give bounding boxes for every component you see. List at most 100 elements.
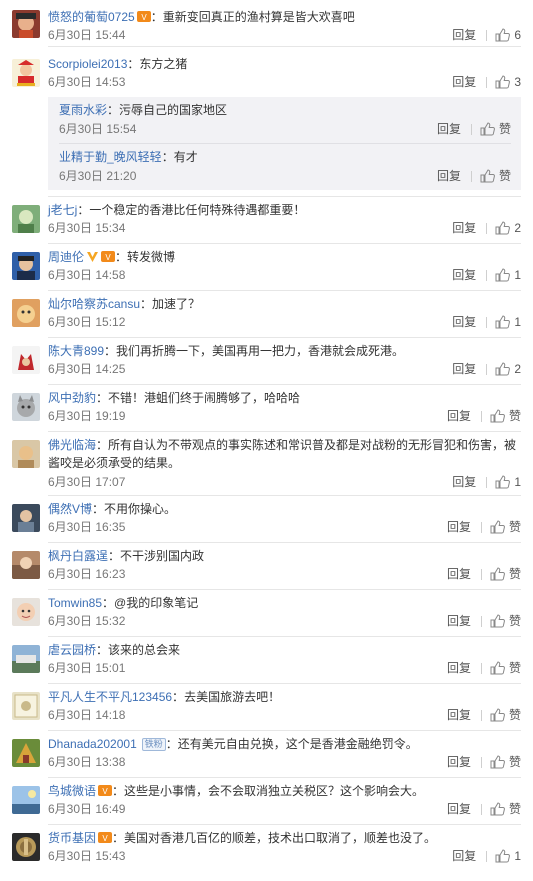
like-button[interactable]: 赞 bbox=[490, 565, 521, 583]
like-button[interactable]: 3 bbox=[495, 73, 521, 91]
reply-button[interactable]: 回复 bbox=[447, 518, 471, 536]
avatar[interactable] bbox=[12, 692, 40, 720]
avatar[interactable] bbox=[12, 739, 40, 767]
comment-username[interactable]: Tomwin85 bbox=[48, 596, 102, 610]
reply-button[interactable]: 回复 bbox=[452, 313, 476, 331]
like-button[interactable]: 赞 bbox=[490, 659, 521, 677]
reply-time: 6月30日 21:20 bbox=[59, 169, 137, 183]
reply-button[interactable]: 回复 bbox=[447, 753, 471, 771]
comment-time: 6月30日 14:18 bbox=[48, 708, 126, 722]
like-count: 赞 bbox=[508, 520, 521, 534]
like-button[interactable]: 1 bbox=[495, 847, 521, 865]
comment-time: 6月30日 15:32 bbox=[48, 614, 126, 628]
reply-button[interactable]: 回复 bbox=[437, 167, 461, 185]
like-count: 赞 bbox=[508, 567, 521, 581]
svg-text:V: V bbox=[141, 13, 147, 22]
comment-username[interactable]: 风中劲豹 bbox=[48, 391, 96, 405]
avatar[interactable] bbox=[12, 440, 40, 468]
like-button[interactable]: 赞 bbox=[490, 612, 521, 630]
avatar[interactable] bbox=[12, 786, 40, 814]
reply-list: 夏雨水彩：污辱自己的国家地区 6月30日 15:54 回复赞 业精于勤_晚风轻轻… bbox=[48, 97, 521, 190]
thumbs-up-icon bbox=[490, 567, 505, 581]
comment-username[interactable]: j老七j bbox=[48, 203, 77, 217]
like-button[interactable]: 赞 bbox=[490, 753, 521, 771]
like-button[interactable]: 1 bbox=[495, 266, 521, 284]
reply-button[interactable]: 回复 bbox=[447, 407, 471, 425]
comment-username[interactable]: 货币基因 bbox=[48, 831, 96, 845]
avatar[interactable] bbox=[12, 645, 40, 673]
like-button[interactable]: 赞 bbox=[490, 706, 521, 724]
avatar[interactable] bbox=[12, 504, 40, 532]
reply-button[interactable]: 回复 bbox=[452, 360, 476, 378]
thumbs-up-icon bbox=[495, 268, 511, 282]
comment-time: 6月30日 15:12 bbox=[48, 315, 126, 329]
reply-username[interactable]: 夏雨水彩 bbox=[59, 103, 107, 117]
reply-button[interactable]: 回复 bbox=[452, 26, 476, 44]
avatar[interactable] bbox=[12, 833, 40, 861]
comment-username[interactable]: 鸟城微语 bbox=[48, 784, 96, 798]
reply-button[interactable]: 回复 bbox=[452, 473, 476, 491]
avatar[interactable] bbox=[12, 205, 40, 233]
avatar[interactable] bbox=[12, 252, 40, 280]
reply-button[interactable]: 回复 bbox=[447, 565, 471, 583]
comment-time: 6月30日 17:07 bbox=[48, 475, 126, 489]
like-count: 赞 bbox=[508, 661, 521, 675]
comment-username[interactable]: 佛光临海 bbox=[48, 438, 96, 452]
avatar[interactable] bbox=[12, 299, 40, 327]
comment-username[interactable]: 灿尔哈察苏cansu bbox=[48, 297, 140, 311]
comment-username[interactable]: 周迪伦 bbox=[48, 250, 84, 264]
like-button[interactable]: 1 bbox=[495, 473, 521, 491]
comment-text: 该来的总会来 bbox=[108, 643, 181, 657]
like-button[interactable]: 赞 bbox=[490, 800, 521, 818]
thumbs-up-icon bbox=[490, 409, 505, 423]
thumbs-up-icon bbox=[480, 122, 495, 136]
like-button[interactable]: 6 bbox=[495, 26, 521, 44]
comment-item: 货币基因 V ：美国对香港几百亿的顺差，技术出口取消了，顺差也没了。 6月30日 1… bbox=[0, 825, 533, 881]
avatar[interactable] bbox=[12, 393, 40, 421]
comment-item: 灿尔哈察苏cansu：加速了？ 6月30日 15:12 回复 1 bbox=[0, 291, 533, 338]
reply-button[interactable]: 回复 bbox=[447, 612, 471, 630]
comment-time: 6月30日 19:19 bbox=[48, 409, 126, 423]
thumbs-up-icon bbox=[490, 802, 505, 816]
comment-username[interactable]: 偶然V博 bbox=[48, 502, 92, 516]
avatar[interactable] bbox=[12, 346, 40, 374]
reply-button[interactable]: 回复 bbox=[447, 706, 471, 724]
comment-item: 周迪伦 V ：转发微博 6月30日 14:58 回复 1 bbox=[0, 244, 533, 291]
comment-username[interactable]: Scorpiolei2013 bbox=[48, 57, 127, 71]
comment-username[interactable]: 愤怒的葡萄0725 bbox=[48, 10, 135, 24]
comment-username[interactable]: 虐云园桥 bbox=[48, 643, 96, 657]
avatar[interactable] bbox=[12, 598, 40, 626]
reply-button[interactable]: 回复 bbox=[447, 800, 471, 818]
reply-username[interactable]: 业精于勤_晚风轻轻 bbox=[59, 150, 162, 164]
reply-button[interactable]: 回复 bbox=[452, 219, 476, 237]
avatar[interactable] bbox=[12, 10, 40, 38]
comment-text: 不用你操心。 bbox=[104, 502, 177, 516]
like-button[interactable]: 2 bbox=[495, 360, 521, 378]
comment-username[interactable]: 陈大青899 bbox=[48, 344, 104, 358]
comment-text: 东方之猪 bbox=[139, 57, 188, 71]
like-button[interactable]: 赞 bbox=[480, 167, 511, 185]
comment-item: 佛光临海：所有自认为不带观点的事实陈述和常识普及都是对战粉的无形冒犯和伤害，被酱… bbox=[0, 432, 533, 496]
svg-text:V: V bbox=[102, 834, 108, 843]
comment-username[interactable]: Dhanada202001 bbox=[48, 737, 137, 751]
comment-text: 所有自认为不带观点的事实陈述和常识普及都是对战粉的无形冒犯和伤害，被酱咬是必须承… bbox=[48, 438, 517, 470]
comment-item: 平凡人生不平凡123456：去美国旅游去吧！ 6月30日 14:18 回复赞 bbox=[0, 684, 533, 731]
reply-button[interactable]: 回复 bbox=[452, 847, 476, 865]
reply-button[interactable]: 回复 bbox=[447, 659, 471, 677]
like-button[interactable]: 赞 bbox=[490, 518, 521, 536]
like-button[interactable]: 赞 bbox=[490, 407, 521, 425]
reply-button[interactable]: 回复 bbox=[452, 73, 476, 91]
like-button[interactable]: 1 bbox=[495, 313, 521, 331]
reply-button[interactable]: 回复 bbox=[437, 120, 461, 138]
like-button[interactable]: 赞 bbox=[480, 120, 511, 138]
like-button[interactable]: 2 bbox=[495, 219, 521, 237]
like-count: 赞 bbox=[498, 122, 511, 136]
avatar[interactable] bbox=[12, 551, 40, 579]
vip-badge-icon: V bbox=[136, 10, 151, 23]
reply-button[interactable]: 回复 bbox=[452, 266, 476, 284]
comment-username[interactable]: 平凡人生不平凡123456 bbox=[48, 690, 172, 704]
comment-username[interactable]: 枫丹白露逞 bbox=[48, 549, 108, 563]
avatar[interactable] bbox=[12, 59, 40, 87]
comment-item: j老七j：一个稳定的香港比任何特殊待遇都重要！ 6月30日 15:34 回复 2 bbox=[0, 197, 533, 244]
comment-text: 加速了？ bbox=[152, 297, 201, 311]
